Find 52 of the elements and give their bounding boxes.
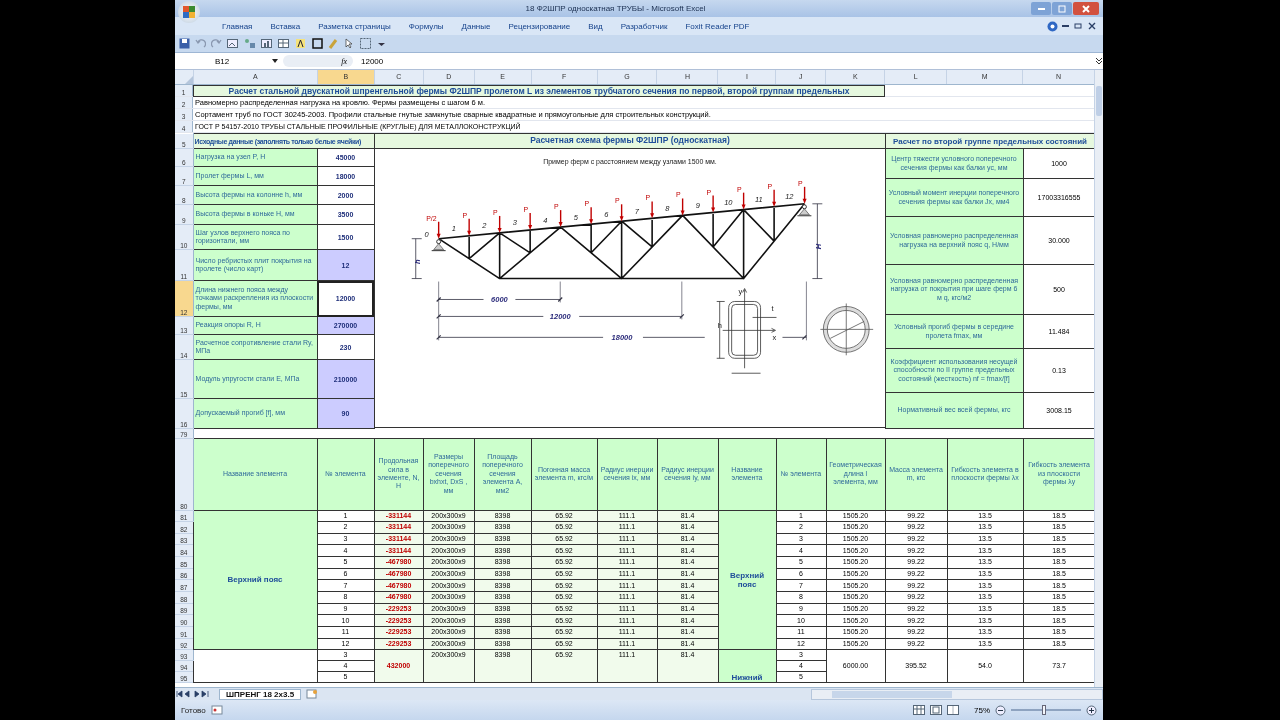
restore-icon[interactable] bbox=[1073, 21, 1083, 31]
grid-icon[interactable] bbox=[360, 38, 372, 49]
ribbon-tab[interactable]: Данные bbox=[454, 21, 498, 31]
font-color-icon[interactable] bbox=[295, 38, 307, 49]
office-button[interactable] bbox=[178, 0, 200, 23]
page-break-icon[interactable] bbox=[947, 705, 959, 715]
insert-function-button[interactable]: fx bbox=[341, 56, 347, 66]
chart-icon[interactable] bbox=[261, 38, 273, 49]
expand-icon[interactable] bbox=[1095, 56, 1103, 66]
page-layout-icon[interactable] bbox=[930, 705, 942, 715]
help-icon[interactable] bbox=[1047, 20, 1058, 32]
dimension-line bbox=[410, 238, 422, 279]
ribbon-tab[interactable]: Рецензирование bbox=[501, 21, 578, 31]
name-box[interactable]: B12 bbox=[175, 56, 267, 66]
ribbon-tab[interactable]: Вставка bbox=[263, 21, 308, 31]
table-cell: Верхний пояс bbox=[193, 510, 317, 650]
status-text: Готово bbox=[181, 705, 206, 715]
section-heading: Расчет по второй группе предельных состояний bbox=[885, 133, 1094, 149]
table-cell: Нижний bbox=[718, 649, 776, 683]
zoom-out-icon[interactable] bbox=[995, 704, 1006, 716]
cursor-icon[interactable] bbox=[344, 38, 355, 49]
ribbon-tab[interactable]: Формулы bbox=[401, 21, 451, 31]
ribbon-tab[interactable]: Разметка страницы bbox=[311, 21, 398, 31]
maximize-icon bbox=[1057, 3, 1067, 14]
close-button[interactable] bbox=[1073, 2, 1099, 15]
formula-input[interactable]: 12000 bbox=[357, 56, 1091, 66]
save-icon[interactable] bbox=[179, 38, 190, 49]
ribbon-tab[interactable]: Вид bbox=[581, 21, 610, 31]
zoom-level[interactable]: 75% bbox=[974, 705, 990, 715]
ribbon-tab[interactable]: Разработчик bbox=[613, 21, 675, 31]
minimize-icon bbox=[1037, 7, 1045, 10]
table-cell: Верхний пояс bbox=[718, 510, 776, 650]
minimize-button[interactable] bbox=[1031, 2, 1051, 15]
border-icon[interactable] bbox=[312, 38, 323, 49]
office-logo-icon bbox=[181, 3, 197, 20]
dropdown-caret-icon[interactable] bbox=[271, 57, 279, 65]
round-tube-section-drawing bbox=[819, 303, 874, 356]
close-icon bbox=[1081, 3, 1091, 14]
macro-record-icon[interactable] bbox=[210, 705, 223, 715]
picture-icon[interactable] bbox=[227, 38, 239, 49]
close-icon[interactable] bbox=[1087, 21, 1097, 31]
vertical-scrollbar[interactable] bbox=[1094, 70, 1103, 687]
horizontal-scrollbar[interactable] bbox=[811, 688, 1103, 700]
normal-view-icon[interactable] bbox=[913, 705, 925, 715]
section-heading: Расчетная схема фермы Ф2ШПР (односкатная) bbox=[374, 134, 886, 149]
table-icon[interactable] bbox=[278, 38, 290, 49]
sheet-tab[interactable]: ШПРЕНГ 18 2x3.5 bbox=[219, 688, 302, 700]
window-title: 18 Ф2ШПР односкатная ТРУБЫ - Microsoft Excel bbox=[524, 4, 707, 13]
ribbon-tab[interactable]: Главная bbox=[215, 21, 260, 31]
shapes-icon[interactable] bbox=[244, 38, 256, 49]
zoom-in-icon[interactable] bbox=[1086, 704, 1097, 716]
ribbon-tab[interactable]: Foxit Reader PDF bbox=[678, 21, 757, 31]
